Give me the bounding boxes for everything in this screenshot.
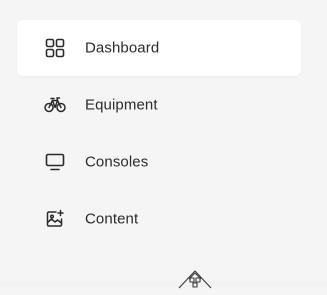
monitor-icon [44, 151, 66, 173]
image-sparkle-icon [44, 208, 66, 230]
grid-icon [44, 37, 66, 59]
sidebar-item-equipment[interactable]: Equipment [17, 77, 301, 133]
sidebar-item-content[interactable]: Content [17, 191, 301, 247]
bicycle-icon [44, 94, 66, 116]
sidebar-item-label: Consoles [85, 153, 149, 171]
sidebar-item-label: Equipment [85, 96, 158, 114]
sidebar-nav: Dashboard Equipment Consoles Content [0, 0, 327, 287]
sidebar-item-consoles[interactable]: Consoles [17, 134, 301, 190]
sidebar-item-label: Content [85, 210, 139, 228]
logo-icon [177, 266, 213, 290]
sidebar-item-label: Dashboard [85, 39, 160, 57]
bottom-fade [0, 279, 327, 287]
sidebar-item-dashboard[interactable]: Dashboard [17, 20, 301, 76]
